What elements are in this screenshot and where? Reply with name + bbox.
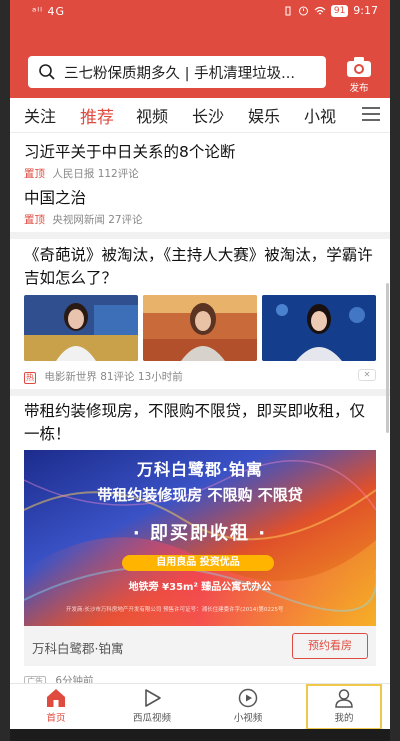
- ad-overlay: 万科白鹭郡·铂寓 带租约装修现房 不限购 不限贷 · 即买即收租 · 自用良品 …: [24, 450, 376, 626]
- header: 三七粉保质期多久 | 手机清理垃圾... 发布: [10, 24, 390, 98]
- pinned-badge: 置顶: [24, 214, 45, 226]
- search-icon: [39, 64, 55, 80]
- nav-xigua-video[interactable]: 西瓜视频: [114, 684, 190, 730]
- news-title: 《奇葩说》被淘汰，《主持人大赛》被淘汰，学霸许吉如怎么了？: [24, 246, 373, 287]
- ad-title: 带租约装修现房，不限购不限贷，即买即收租，仅一栋！: [24, 402, 366, 443]
- dislike-button[interactable]: ✕: [358, 369, 376, 381]
- ad-pill: 自用良品 投资优品: [122, 555, 274, 571]
- divider: [10, 389, 390, 396]
- ad-slogan: 带租约装修现房 不限购 不限贷: [97, 486, 303, 504]
- tab-changsha[interactable]: 长沙: [192, 103, 224, 127]
- nav-home[interactable]: 首页: [18, 684, 94, 730]
- system-nav-strip: [10, 729, 390, 741]
- ad-action-bar: 万科白鹭郡·铂寓 预约看房: [24, 626, 376, 666]
- publish-label: 发布: [349, 83, 369, 94]
- ad-subline: 地铁旁 ¥35m² 臻品公寓式办公: [128, 582, 272, 593]
- ad-brand: 万科白鹭郡·铂寓: [136, 460, 264, 479]
- news-meta: 置顶 人民日报 112评论: [24, 166, 376, 181]
- tab-video[interactable]: 视频: [136, 103, 168, 127]
- ad-advertiser: 万科白鹭郡·铂寓: [32, 641, 124, 656]
- news-thumbnail[interactable]: [262, 295, 376, 361]
- clock: 9:17: [353, 4, 378, 17]
- comment-count: 27评论: [108, 214, 143, 226]
- news-source: 央视网新闻: [52, 214, 105, 226]
- bottom-nav: 首页 西瓜视频 小视频 我的: [10, 683, 390, 730]
- search-bar[interactable]: 三七粉保质期多久 | 手机清理垃圾...: [28, 56, 326, 88]
- nav-label: 首页: [46, 713, 66, 724]
- news-meta: 热 电影新世界 81评论 13小时前: [24, 369, 376, 384]
- nav-short-video[interactable]: 小视频: [210, 684, 286, 730]
- news-thumbnail[interactable]: [143, 295, 257, 361]
- ad-item[interactable]: 带租约装修现房，不限购不限贷，即买即收租，仅一栋！: [24, 400, 376, 446]
- wifi-icon: [314, 6, 326, 14]
- image-row[interactable]: [24, 295, 376, 361]
- phone-screen: ᵃˡˡ 4G 91 9:17 三七粉保质期多久 | 手机清理垃圾... 发布 关…: [10, 0, 390, 741]
- alarm-icon: [298, 6, 308, 16]
- status-bar: ᵃˡˡ 4G 91 9:17: [10, 0, 390, 24]
- comment-count: 112评论: [97, 168, 139, 180]
- ad-fine-print: 开发商:长沙市万科房地产开发有限公司 预售许可证号：湘长住建委许字(2014)第…: [66, 607, 284, 613]
- news-item-3[interactable]: 《奇葩说》被淘汰，《主持人大赛》被淘汰，学霸许吉如怎么了？: [24, 244, 376, 290]
- tab-entertainment[interactable]: 娱乐: [248, 103, 280, 127]
- publish-time: 13小时前: [137, 371, 183, 383]
- publish-button[interactable]: 发布: [342, 56, 376, 94]
- scrollbar[interactable]: [386, 283, 389, 433]
- news-source: 人民日报: [52, 168, 95, 180]
- status-right: 91 9:17: [283, 4, 378, 17]
- hot-badge: 热: [24, 372, 36, 384]
- news-feed[interactable]: 习近平关于中日关系的8个论断 置顶 人民日报 112评论 中国之治 置顶 央视网…: [10, 133, 390, 688]
- ad-banner[interactable]: 万科白鹭郡·铂寓 带租约装修现房 不限购 不限贷 · 即买即收租 · 自用良品 …: [24, 450, 376, 626]
- tab-recommend[interactable]: 推荐: [80, 103, 114, 128]
- news-item-1[interactable]: 习近平关于中日关系的8个论断 置顶 人民日报 112评论: [24, 141, 376, 181]
- news-title: 中国之治: [24, 189, 87, 207]
- user-icon: [335, 689, 353, 708]
- nav-label: 我的: [334, 713, 354, 724]
- news-meta-row: 热 电影新世界 81评论 13小时前 ✕: [24, 367, 376, 384]
- nav-label: 小视频: [233, 713, 263, 724]
- news-meta: 置顶 央视网新闻 27评论: [24, 212, 376, 227]
- ad-headline: · 即买即收租 ·: [132, 523, 268, 544]
- news-title: 习近平关于中日关系的8个论断: [24, 143, 236, 161]
- nav-label: 西瓜视频: [132, 713, 171, 724]
- comment-count: 81评论: [100, 371, 135, 383]
- pinned-badge: 置顶: [24, 168, 45, 180]
- signal-indicator: ᵃˡˡ 4G: [32, 5, 65, 18]
- short-video-icon: [238, 688, 258, 708]
- channel-tabs: 关注 推荐 视频 长沙 娱乐 小视: [10, 98, 390, 133]
- battery-icon: 91: [330, 4, 349, 17]
- tab-short-video[interactable]: 小视: [304, 103, 336, 127]
- play-icon: [145, 689, 161, 707]
- menu-icon[interactable]: [362, 107, 380, 121]
- news-item-2[interactable]: 中国之治 置顶 央视网新闻 27评论: [24, 187, 376, 227]
- news-thumbnail[interactable]: [24, 295, 138, 361]
- search-query: 三七粉保质期多久 | 手机清理垃圾...: [64, 65, 295, 82]
- vibrate-icon: [285, 6, 291, 15]
- book-viewing-button[interactable]: 预约看房: [292, 633, 368, 659]
- home-icon: [47, 689, 65, 707]
- tab-follow[interactable]: 关注: [24, 103, 56, 127]
- news-source: 电影新世界: [44, 371, 97, 383]
- camera-icon: [347, 57, 371, 77]
- divider: [10, 232, 390, 239]
- nav-mine[interactable]: 我的: [306, 684, 382, 730]
